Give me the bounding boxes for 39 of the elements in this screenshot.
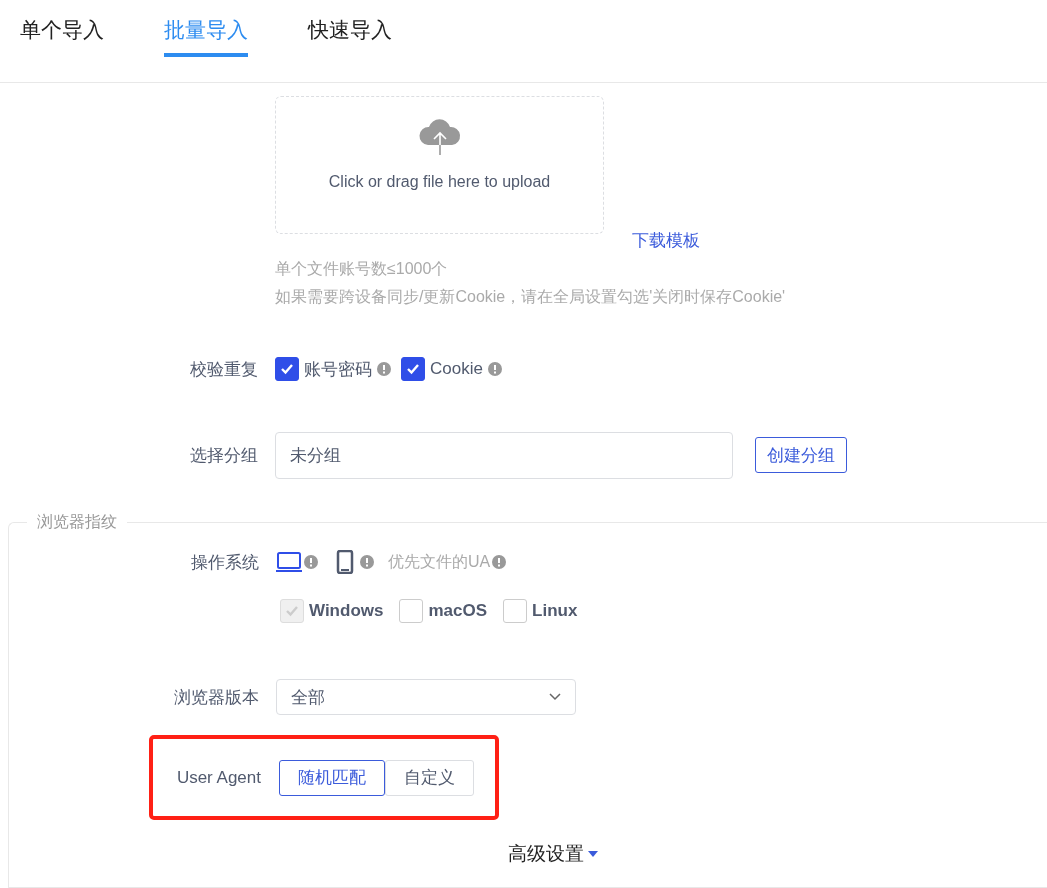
- upload-hint: 如果需要跨设备同步/更新Cookie，请在全局设置勾选'关闭时保存Cookie': [275, 287, 787, 307]
- checkbox-label: Linux: [532, 601, 578, 621]
- advanced-settings-toggle[interactable]: 高级设置: [502, 840, 604, 868]
- info-icon: [304, 555, 318, 569]
- check-icon: [285, 605, 299, 617]
- browser-version-select[interactable]: 全部: [276, 679, 576, 715]
- chevron-down-icon: [549, 693, 561, 701]
- download-template-link[interactable]: 下载模板: [632, 229, 700, 252]
- segment-option[interactable]: 随机匹配: [279, 759, 385, 796]
- tab[interactable]: 单个导入: [20, 16, 104, 57]
- info-icon: [360, 555, 374, 569]
- cloud-upload-icon: [417, 117, 462, 155]
- check-icon: [280, 363, 294, 375]
- tab[interactable]: 快速导入: [308, 16, 392, 57]
- checkbox-label: 账号密码: [304, 358, 372, 381]
- field-label: 选择分组: [189, 444, 258, 467]
- checkbox[interactable]: [401, 357, 425, 381]
- checkbox-label: macOS: [428, 601, 488, 621]
- checkbox[interactable]: [275, 357, 299, 381]
- upload-dropzone[interactable]: Click or drag file here to upload: [275, 96, 604, 234]
- select-value: 全部: [291, 686, 325, 709]
- info-icon: [487, 362, 502, 376]
- field-label: 操作系统: [190, 551, 259, 574]
- info-icon: [377, 362, 391, 376]
- info-icon: [492, 555, 507, 569]
- field-label: 浏览器版本: [173, 686, 259, 709]
- segment-option[interactable]: 自定义: [385, 759, 474, 796]
- upload-instruction: Click or drag file here to upload: [328, 173, 551, 191]
- checkbox-label: Cookie: [430, 359, 483, 379]
- field-label: 校验重复: [189, 358, 258, 381]
- checkbox-label: Windows: [309, 601, 384, 621]
- upload-hint: 单个文件账号数≤1000个: [275, 259, 449, 279]
- group-select[interactable]: 未分组: [275, 431, 733, 479]
- check-icon: [406, 363, 420, 375]
- section-legend: 浏览器指纹: [27, 512, 127, 533]
- caret-down-icon: [588, 851, 598, 857]
- field-label: User Agent: [175, 767, 261, 788]
- laptop-icon[interactable]: [276, 550, 302, 574]
- create-group-button[interactable]: 创建分组: [755, 437, 847, 473]
